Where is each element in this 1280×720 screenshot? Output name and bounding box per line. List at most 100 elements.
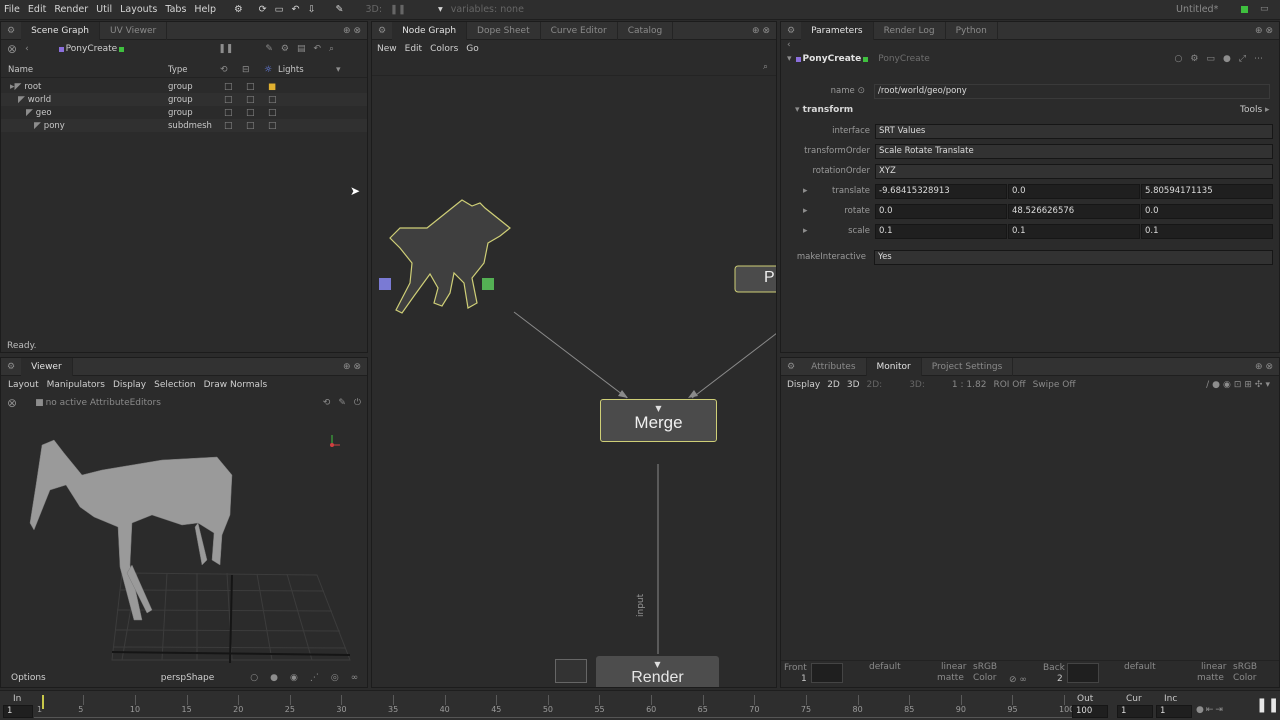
layers-icon[interactable]: ▤ bbox=[297, 44, 306, 54]
tree-row[interactable]: ◤ world group □ □ □ bbox=[1, 93, 367, 106]
column-lights[interactable]: Lights bbox=[278, 65, 336, 75]
menu-selection[interactable]: Selection bbox=[150, 380, 199, 390]
camera-label[interactable]: perspShape bbox=[161, 673, 215, 683]
menu-go[interactable]: Go bbox=[462, 44, 482, 54]
pause-button[interactable]: ❚❚ bbox=[1256, 697, 1279, 713]
viewport-3d[interactable] bbox=[2, 415, 366, 667]
menu-display[interactable]: Display bbox=[109, 380, 150, 390]
playback-controls-icon[interactable]: ●⇤⇥ bbox=[1196, 705, 1225, 715]
tree-row[interactable]: ◤ pony subdmesh □ □ □ bbox=[1, 119, 367, 132]
inc-field[interactable]: 1 bbox=[1156, 705, 1192, 718]
front-matte[interactable]: matte bbox=[937, 673, 964, 683]
column-type[interactable]: Type bbox=[168, 65, 220, 75]
checkbox-icon[interactable]: □ bbox=[268, 108, 277, 118]
menu-file[interactable]: File bbox=[0, 4, 24, 15]
menu-draw-normals[interactable]: Draw Normals bbox=[200, 380, 272, 390]
cur-field[interactable]: 1 bbox=[1117, 705, 1153, 718]
menu-util[interactable]: Util bbox=[92, 4, 116, 15]
clear-icon[interactable]: ⊗ bbox=[7, 42, 17, 56]
rotate-x-field[interactable]: 0.0 bbox=[875, 204, 1007, 219]
tree-row[interactable]: ◤ geo group □ □ □ bbox=[1, 106, 367, 119]
mode-2d[interactable]: 2D bbox=[827, 380, 840, 390]
scale-z-field[interactable]: 0.1 bbox=[1141, 224, 1273, 239]
menu-manipulators[interactable]: Manipulators bbox=[43, 380, 109, 390]
tab-catalog[interactable]: Catalog bbox=[618, 22, 674, 40]
circle-filled-icon[interactable]: ● bbox=[270, 673, 278, 683]
checkbox-icon[interactable]: □ bbox=[246, 121, 268, 131]
settings-icon[interactable]: ⚙ bbox=[281, 44, 289, 54]
tools-menu[interactable]: Tools ▸ bbox=[1240, 105, 1270, 115]
tab-node-graph[interactable]: Node Graph bbox=[392, 22, 468, 40]
menu-layouts[interactable]: Layouts bbox=[116, 4, 161, 15]
back-color[interactable]: Color bbox=[1233, 673, 1257, 683]
lock-icon[interactable]: ⊟ bbox=[242, 65, 264, 75]
panel-gear-icon[interactable]: ⚙ bbox=[1, 362, 21, 372]
checkbox-icon[interactable]: □ bbox=[268, 121, 277, 131]
front-swatch[interactable] bbox=[811, 663, 843, 683]
make-interactive-select[interactable]: Yes bbox=[874, 250, 1273, 265]
in-field[interactable]: 1 bbox=[3, 705, 33, 718]
back-swatch[interactable] bbox=[1067, 663, 1099, 683]
menu-layout[interactable]: Layout bbox=[4, 380, 43, 390]
monitor-tools-icon[interactable]: ∕●◉⊡⊞✣▾ bbox=[1206, 380, 1279, 390]
light-flag-icon[interactable]: ■ bbox=[268, 82, 276, 92]
checkbox-icon[interactable]: □ bbox=[224, 108, 246, 118]
panel-close-icon[interactable]: ⊕ ⊗ bbox=[752, 26, 776, 36]
window-icon[interactable]: ▭ bbox=[1260, 4, 1269, 14]
tab-uv-viewer[interactable]: UV Viewer bbox=[100, 21, 168, 40]
clear-icon[interactable]: ⊗ bbox=[7, 396, 17, 410]
front-color[interactable]: Color bbox=[973, 673, 997, 683]
rotate-z-field[interactable]: 0.0 bbox=[1141, 204, 1273, 219]
node-actions-icon[interactable]: ○⚙▭●⤢⋯ bbox=[1175, 54, 1279, 64]
name-field[interactable]: /root/world/geo/pony bbox=[874, 84, 1270, 99]
panel-close-icon[interactable]: ⊕ ⊗ bbox=[1255, 362, 1279, 372]
merge-node[interactable]: ▼ Merge bbox=[600, 399, 717, 442]
menu-tabs[interactable]: Tabs bbox=[161, 4, 190, 15]
column-name[interactable]: Name bbox=[1, 65, 168, 75]
checkbox-icon[interactable]: □ bbox=[224, 95, 246, 105]
scale-y-field[interactable]: 0.1 bbox=[1008, 224, 1140, 239]
scale-x-field[interactable]: 0.1 bbox=[875, 224, 1007, 239]
tab-parameters[interactable]: Parameters bbox=[801, 21, 874, 40]
panel-close-icon[interactable]: ⊕ ⊗ bbox=[343, 26, 367, 36]
dot-icon[interactable]: ○ bbox=[250, 673, 258, 683]
tab-project-settings[interactable]: Project Settings bbox=[922, 357, 1014, 376]
lines-icon[interactable]: ⋰ bbox=[310, 673, 319, 683]
back-icon[interactable]: ‹ bbox=[787, 40, 791, 50]
refresh-icon[interactable]: ⟳ bbox=[255, 4, 271, 15]
checkbox-icon[interactable]: □ bbox=[224, 82, 246, 92]
checkbox-icon[interactable]: □ bbox=[246, 82, 268, 92]
tab-scene-graph[interactable]: Scene Graph bbox=[21, 21, 100, 40]
translate-z-field[interactable]: 5.80594171135 bbox=[1141, 184, 1273, 199]
project-title[interactable]: Untitled* bbox=[1172, 4, 1222, 15]
rotate-y-field[interactable]: 48.526626576 bbox=[1008, 204, 1140, 219]
chevron-down-icon[interactable]: ▾ bbox=[434, 4, 447, 15]
camera-icon[interactable]: ⟲ bbox=[323, 398, 331, 408]
panel-gear-icon[interactable]: ⚙ bbox=[372, 26, 392, 36]
menu-help[interactable]: Help bbox=[190, 4, 220, 15]
transform-group-header[interactable]: ▾ transform bbox=[795, 105, 853, 115]
menu-edit[interactable]: Edit bbox=[24, 4, 50, 15]
eye-icon[interactable]: ◎ bbox=[331, 673, 339, 683]
record-icon[interactable]: ◉ bbox=[290, 673, 298, 683]
playhead-marker[interactable] bbox=[42, 695, 44, 709]
checkbox-icon[interactable]: □ bbox=[224, 121, 246, 131]
download-icon[interactable]: ⇩ bbox=[304, 4, 320, 15]
tab-render-log[interactable]: Render Log bbox=[874, 21, 946, 40]
front-default[interactable]: default bbox=[869, 662, 901, 672]
display-menu[interactable]: Display bbox=[787, 380, 820, 390]
checkbox-icon[interactable]: ■ bbox=[35, 398, 44, 408]
pause-icon[interactable]: ❚❚ bbox=[386, 4, 410, 15]
translate-y-field[interactable]: 0.0 bbox=[1008, 184, 1140, 199]
partial-node-label[interactable]: P bbox=[764, 269, 775, 287]
swipe-toggle[interactable]: Swipe Off bbox=[1033, 380, 1076, 390]
roi-toggle[interactable]: ROI Off bbox=[993, 380, 1025, 390]
checkbox-icon[interactable]: □ bbox=[268, 95, 277, 105]
lights-dropdown-icon[interactable]: ▾ bbox=[336, 65, 341, 75]
zoom-level[interactable]: 1 : 1.82 bbox=[952, 380, 987, 390]
checkbox-icon[interactable]: □ bbox=[246, 95, 268, 105]
power-icon[interactable]: ⏻ bbox=[354, 398, 367, 408]
visibility-icon[interactable]: ⟲ bbox=[220, 65, 242, 75]
layout-icon[interactable]: ▭ bbox=[271, 4, 288, 15]
tab-attributes[interactable]: Attributes bbox=[801, 357, 867, 376]
